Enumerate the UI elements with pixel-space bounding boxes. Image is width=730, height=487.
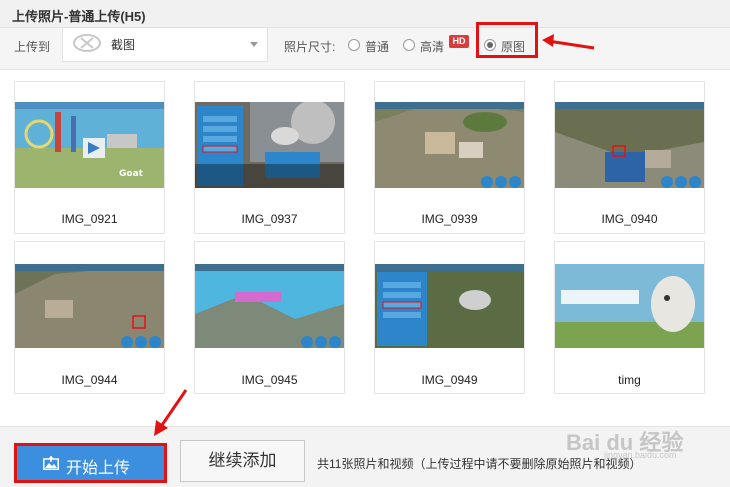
photo-name: IMG_0945 bbox=[241, 373, 298, 387]
photo-tile[interactable]: IMG_0949 bbox=[374, 241, 525, 394]
start-upload-button[interactable]: 开始上传 bbox=[14, 443, 167, 483]
chevron-down-icon bbox=[250, 42, 258, 47]
photo-thumbnail bbox=[375, 102, 524, 188]
title-bar: 上传照片-普通上传(H5) bbox=[0, 0, 730, 28]
photo-name: IMG_0940 bbox=[601, 212, 658, 226]
window-title: 上传照片-普通上传(H5) bbox=[12, 9, 146, 24]
annotation-arrow-icon bbox=[542, 34, 595, 50]
photo-thumbnail bbox=[375, 264, 524, 348]
photo-thumbnail bbox=[15, 264, 164, 348]
photo-tile[interactable]: IMG_0940 bbox=[554, 81, 705, 234]
baidu-watermark-url: jingyan.baidu.com bbox=[604, 450, 677, 460]
svg-text:Goat: Goat bbox=[119, 169, 144, 179]
upload-image-icon bbox=[43, 456, 59, 470]
upload-hint-text: 共11张照片和视频（上传过程中请不要删除原始照片和视频） bbox=[317, 457, 642, 471]
photo-name: IMG_0937 bbox=[241, 212, 298, 226]
photo-thumbnail bbox=[195, 264, 344, 348]
photo-tile[interactable]: IMG_0944 bbox=[14, 241, 165, 394]
size-option-label: 普通 bbox=[365, 40, 390, 54]
continue-add-button[interactable]: 继续添加 bbox=[180, 440, 305, 482]
radio-circle bbox=[348, 39, 360, 51]
photo-size-label: 照片尺寸: bbox=[284, 40, 336, 54]
photo-name: IMG_0939 bbox=[421, 212, 478, 226]
photo-tile[interactable]: timg bbox=[554, 241, 705, 394]
photo-tile[interactable]: IMG_0945 bbox=[194, 241, 345, 394]
size-option-label: 高清 bbox=[420, 40, 445, 54]
photo-thumbnail bbox=[555, 264, 704, 348]
upload-toolbar: 上传到 截图 照片尺寸: 普通 高清 原图 bbox=[0, 28, 730, 70]
start-upload-label: 开始上传 bbox=[66, 460, 131, 477]
photo-name: timg bbox=[618, 373, 641, 387]
photo-tile[interactable]: Goat IMG_0921 bbox=[14, 81, 165, 234]
photo-name: IMG_0944 bbox=[61, 373, 118, 387]
highlight-box-original bbox=[476, 22, 538, 58]
photo-thumbnail: Goat bbox=[15, 102, 164, 188]
album-cover-icon bbox=[73, 34, 101, 52]
photo-tile[interactable]: IMG_0937 bbox=[194, 81, 345, 234]
photo-name: IMG_0949 bbox=[421, 373, 478, 387]
album-select[interactable]: 截图 bbox=[62, 28, 268, 62]
annotation-arrow-icon bbox=[154, 389, 188, 436]
photo-thumbnail bbox=[555, 102, 704, 188]
upload-to-label: 上传到 bbox=[14, 40, 51, 54]
radio-circle bbox=[403, 39, 415, 51]
hd-badge: HD bbox=[449, 35, 469, 48]
photo-name: IMG_0921 bbox=[61, 212, 118, 226]
photo-thumbnail bbox=[195, 102, 344, 188]
photo-tile[interactable]: IMG_0939 bbox=[374, 81, 525, 234]
album-name: 截图 bbox=[111, 38, 136, 52]
photo-grid: Goat IMG_0921 IMG_0937 IMG_0939 IMG_0940… bbox=[0, 70, 730, 426]
